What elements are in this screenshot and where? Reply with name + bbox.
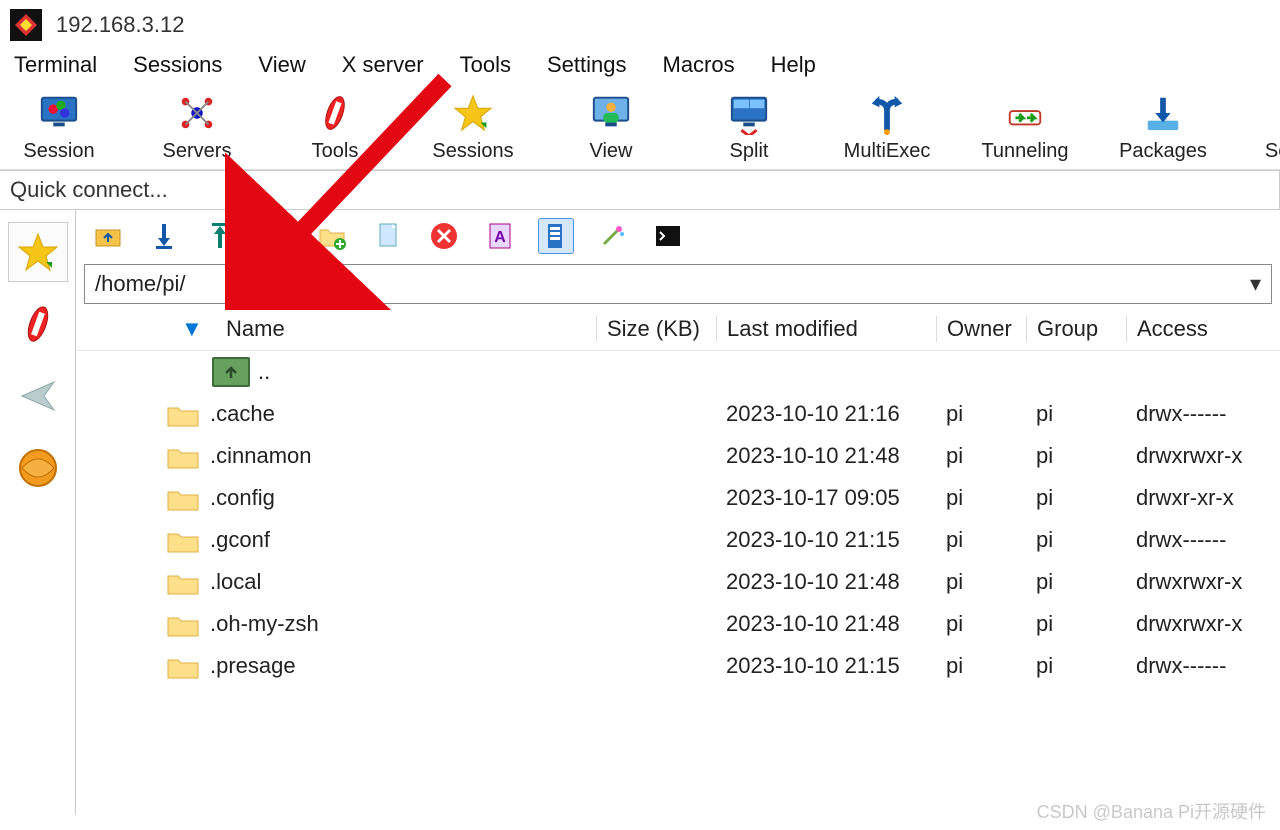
file-row[interactable]: .local 2023-10-10 21:48 pi pi drwxrwxr-x <box>76 561 1280 603</box>
ft-up-folder[interactable] <box>90 218 126 254</box>
menu-macros[interactable]: Macros <box>663 52 735 78</box>
file-row[interactable]: .gconf 2023-10-10 21:15 pi pi drwx------ <box>76 519 1280 561</box>
fork-blue-icon <box>866 92 908 134</box>
ft-upload-teal[interactable] <box>202 218 238 254</box>
path-text: /home/pi/ <box>95 271 1250 297</box>
properties-icon <box>540 220 572 252</box>
toolbar-servers[interactable]: Servers <box>158 92 236 163</box>
file-row[interactable]: .oh-my-zsh 2023-10-10 21:48 pi pi drwxrw… <box>76 603 1280 645</box>
monitor-rgb-icon <box>38 92 80 134</box>
folder-icon <box>166 442 200 470</box>
toolbar-packages[interactable]: Packages <box>1124 92 1202 163</box>
menu-x-server[interactable]: X server <box>342 52 424 78</box>
download-blue-icon <box>1142 92 1184 134</box>
star-yellow-icon <box>452 92 494 134</box>
main-toolbar: Session Servers Tools Sessions View Split Mult… <box>0 82 1280 170</box>
menu-terminal[interactable]: Terminal <box>14 52 97 78</box>
folder-icon <box>166 400 200 428</box>
menu-sessions[interactable]: Sessions <box>133 52 222 78</box>
ft-delete-red[interactable] <box>426 218 462 254</box>
split-blue-icon <box>728 92 770 134</box>
wand-icon <box>596 220 628 252</box>
delete-red-icon <box>428 220 460 252</box>
col-owner[interactable]: Owner <box>936 316 1026 342</box>
toolbar-multiexec[interactable]: MultiExec <box>848 92 926 163</box>
terminal-icon <box>652 220 684 252</box>
font-file-icon: A <box>484 220 516 252</box>
file-row[interactable]: .config 2023-10-17 09:05 pi pi drwxr-xr-… <box>76 477 1280 519</box>
swiss-red-icon <box>16 302 60 346</box>
file-row[interactable]: .cache 2023-10-10 21:16 pi pi drwx------ <box>76 393 1280 435</box>
file-area: A /home/pi/ ▾ ▼ Name Size (KB) Last modi… <box>76 210 1280 815</box>
left-sidebar <box>0 210 76 815</box>
col-modified[interactable]: Last modified <box>716 316 936 342</box>
window-title: 192.168.3.12 <box>56 12 184 38</box>
swiss-red-icon <box>314 92 356 134</box>
toolbar-session[interactable]: Session <box>20 92 98 163</box>
toolbar-split[interactable]: Split <box>710 92 788 163</box>
new-folder-icon <box>316 220 348 252</box>
upload-teal-icon <box>204 220 236 252</box>
ft-wand[interactable] <box>594 218 630 254</box>
nodes-icon <box>176 92 218 134</box>
quick-connect-tab[interactable]: Quick connect... <box>0 170 1280 210</box>
sort-indicator-icon[interactable]: ▼ <box>181 316 203 342</box>
refresh-green-icon <box>260 220 292 252</box>
folder-icon <box>166 484 200 512</box>
side-globe-orange[interactable] <box>8 438 68 498</box>
chevron-down-icon[interactable]: ▾ <box>1250 271 1261 297</box>
tunnel-green-icon <box>1004 92 1046 134</box>
monitor-user-icon <box>590 92 632 134</box>
ft-terminal[interactable] <box>650 218 686 254</box>
download-blue-icon <box>148 220 180 252</box>
file-toolbar: A <box>76 210 1280 262</box>
ft-font-file[interactable]: A <box>482 218 518 254</box>
ft-properties[interactable] <box>538 218 574 254</box>
menubar: Terminal Sessions View X server Tools Setting… <box>0 50 1280 82</box>
up-folder-icon <box>92 220 124 252</box>
up-label: .. <box>258 359 270 385</box>
folder-icon <box>166 526 200 554</box>
new-file-icon <box>372 220 404 252</box>
col-access[interactable]: Access <box>1126 316 1270 342</box>
ft-refresh-green[interactable] <box>258 218 294 254</box>
file-list-body: .. .cache 2023-10-10 21:16 pi pi drwx---… <box>76 351 1280 815</box>
side-swiss-red[interactable] <box>8 294 68 354</box>
menu-settings[interactable]: Settings <box>547 52 627 78</box>
col-size[interactable]: Size (KB) <box>596 316 716 342</box>
ft-new-folder[interactable] <box>314 218 350 254</box>
path-bar[interactable]: /home/pi/ ▾ <box>84 264 1272 304</box>
ft-download-blue[interactable] <box>146 218 182 254</box>
app-icon <box>10 9 42 41</box>
file-row[interactable]: .cinnamon 2023-10-10 21:48 pi pi drwxrwx… <box>76 435 1280 477</box>
toolbar-view[interactable]: View <box>572 92 650 163</box>
side-send-gray[interactable] <box>8 366 68 426</box>
menu-tools[interactable]: Tools <box>460 52 511 78</box>
star-yellow-icon <box>16 230 60 274</box>
toolbar-sessions[interactable]: Sessions <box>434 92 512 163</box>
col-group[interactable]: Group <box>1026 316 1126 342</box>
menu-help[interactable]: Help <box>771 52 816 78</box>
parent-dir-row[interactable]: .. <box>76 357 1280 387</box>
toolbar-settings[interactable]: Settings <box>1262 92 1280 163</box>
globe-orange-icon <box>16 446 60 490</box>
ft-new-file[interactable] <box>370 218 406 254</box>
side-star-yellow[interactable] <box>8 222 68 282</box>
folder-icon <box>166 568 200 596</box>
titlebar: 192.168.3.12 <box>0 0 1280 50</box>
folder-icon <box>166 652 200 680</box>
toolbar-tunneling[interactable]: Tunneling <box>986 92 1064 163</box>
toolbar-tools[interactable]: Tools <box>296 92 374 163</box>
file-row[interactable]: .presage 2023-10-10 21:15 pi pi drwx----… <box>76 645 1280 687</box>
up-folder-icon <box>212 357 250 387</box>
file-list-header: ▼ Name Size (KB) Last modified Owner Gro… <box>76 308 1280 351</box>
folder-icon <box>166 610 200 638</box>
send-gray-icon <box>16 374 60 418</box>
quick-connect-label: Quick connect... <box>10 177 168 203</box>
menu-view[interactable]: View <box>258 52 305 78</box>
col-name[interactable]: Name <box>166 316 596 342</box>
svg-text:A: A <box>494 229 506 246</box>
